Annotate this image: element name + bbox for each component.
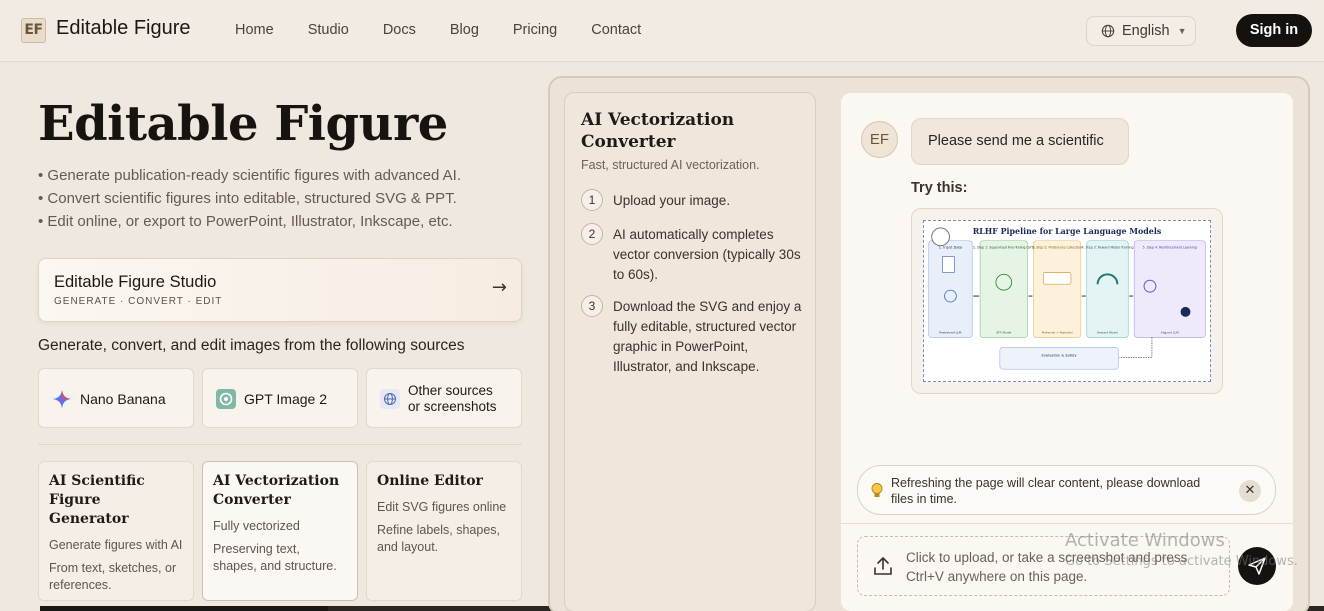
sources-label: Generate, convert, and edit images from … — [38, 337, 465, 354]
watermark-line2: Go to Settings to activate Windows. — [1065, 554, 1298, 569]
step-text: Upload your image. — [613, 193, 731, 208]
studio-card-title: Editable Figure Studio — [54, 273, 217, 291]
figure-title: RLHF Pipeline for Large Language Models — [973, 227, 1162, 236]
bullet-item: • Edit online, or export to PowerPoint, … — [38, 213, 453, 230]
source-label-line2: or screenshots — [408, 399, 497, 414]
converter-steps-card: AI Vectorization Converter Fast, structu… — [564, 92, 816, 611]
tool-desc: Refine labels, shapes, and layout. — [377, 523, 500, 554]
divider — [38, 444, 522, 445]
source-label: Other sources or screenshots — [408, 383, 497, 415]
watermark-line1: Activate Windows — [1065, 530, 1225, 551]
converter-title: AI Vectorization Converter — [581, 110, 735, 152]
page-title: Editable Figure — [38, 96, 448, 152]
globe-icon — [1101, 24, 1115, 38]
figure-col-label: 1. Input Data — [939, 246, 962, 250]
arrow-right-icon: → — [491, 277, 507, 298]
tool-desc: Generate figures with AI — [49, 538, 183, 552]
sign-in-button[interactable]: Sigh in — [1236, 14, 1312, 47]
figure-footer: Aligned LLM — [1161, 331, 1179, 335]
language-label: English — [1122, 23, 1170, 39]
sparkle-icon — [53, 390, 71, 408]
example-figure[interactable]: RLHF Pipeline for Large Language Models … — [923, 220, 1211, 382]
figure-eval: Evaluation & Safety — [1042, 353, 1077, 357]
source-label-line1: Other sources — [408, 383, 493, 398]
globe-icon — [380, 389, 400, 409]
lightbulb-icon — [871, 483, 883, 497]
openai-icon — [216, 389, 236, 409]
language-selector[interactable]: English ▼ — [1086, 16, 1196, 46]
source-nano-banana[interactable]: Nano Banana — [38, 368, 194, 428]
close-icon[interactable]: ✕ — [1239, 480, 1261, 502]
windows-activation-watermark: Activate Windows Go to Settings to activ… — [1065, 530, 1298, 569]
step-number: 3 — [581, 295, 603, 317]
step-number: 2 — [581, 223, 603, 245]
source-gpt-image[interactable]: GPT Image 2 — [202, 368, 358, 428]
source-other[interactable]: Other sources or screenshots — [366, 368, 522, 428]
main-nav: Home Studio Docs Blog Pricing Contact — [235, 22, 675, 38]
nav-pricing[interactable]: Pricing — [513, 22, 557, 38]
tool-desc: Edit SVG figures online — [377, 500, 507, 514]
divider — [841, 523, 1293, 524]
nav-contact[interactable]: Contact — [591, 22, 641, 38]
tool-card-editor[interactable]: Online Editor Edit SVG figures online Re… — [366, 461, 522, 601]
source-label: GPT Image 2 — [244, 391, 328, 407]
tool-desc: Preserving text, shapes, and structure. — [213, 542, 337, 573]
tool-card-vectorization[interactable]: AI Vectorization Converter Fully vectori… — [202, 461, 358, 601]
studio-card-link[interactable]: Editable Figure Studio GENERATE · CONVER… — [38, 258, 522, 322]
tool-desc: From text, sketches, or references. — [49, 561, 177, 592]
upload-icon — [874, 557, 892, 575]
tool-desc: Fully vectorized — [213, 519, 300, 533]
avatar: EF — [861, 121, 898, 158]
brand-name[interactable]: Editable Figure — [56, 17, 191, 40]
tool-title: AI Scientific Figure Generator — [49, 473, 145, 527]
step-number: 1 — [581, 189, 603, 211]
nav-studio[interactable]: Studio — [308, 22, 349, 38]
nav-docs[interactable]: Docs — [383, 22, 416, 38]
warning-text: Refreshing the page will clear content, … — [891, 476, 1201, 506]
figure-col-label: 3. Step 2: Preference Collection — [1032, 246, 1082, 250]
converter-subtitle: Fast, structured AI vectorization. — [581, 158, 760, 172]
tool-title: Online Editor — [377, 473, 483, 489]
figure-col-label: 2. Step 1: Supervised Fine-Tuning (SFT) — [973, 246, 1035, 250]
refresh-warning: Refreshing the page will clear content, … — [857, 465, 1276, 515]
figure-col-label: 5. Step 4: Reinforcement Learning — [1143, 246, 1197, 250]
figure-footer: Reward Model — [1097, 331, 1118, 335]
scroll-indicator — [40, 606, 328, 611]
figure-footer: Preferred > Rejected — [1042, 331, 1073, 335]
top-navigation-bar: EF Editable Figure Home Studio Docs Blog… — [0, 0, 1324, 62]
logo[interactable]: EF — [21, 18, 46, 43]
try-this-label: Try this: — [911, 180, 968, 196]
chat-message: Please send me a scientific — [911, 118, 1129, 165]
bullet-item: • Convert scientific figures into editab… — [38, 190, 457, 207]
feature-bullets: • Generate publication-ready scientific … — [38, 166, 461, 235]
source-label: Nano Banana — [80, 391, 166, 407]
studio-card-subtitle: GENERATE · CONVERT · EDIT — [54, 296, 223, 307]
bullet-item: • Generate publication-ready scientific … — [38, 167, 461, 184]
figure-footer: Pretrained LLM — [939, 331, 961, 335]
figure-col-label: 4. Step 3: Reward Model Training — [1082, 246, 1134, 250]
tool-card-generator[interactable]: AI Scientific Figure Generator Generate … — [38, 461, 194, 601]
figure-footer: SFT Model — [996, 331, 1011, 335]
tool-title: AI Vectorization Converter — [213, 473, 340, 508]
nav-home[interactable]: Home — [235, 22, 274, 38]
step-text: Download the SVG and enjoy a fully edita… — [613, 299, 802, 374]
chevron-down-icon: ▼ — [1177, 26, 1187, 36]
step-text: AI automatically completes vector conver… — [613, 227, 801, 282]
nav-blog[interactable]: Blog — [450, 22, 479, 38]
